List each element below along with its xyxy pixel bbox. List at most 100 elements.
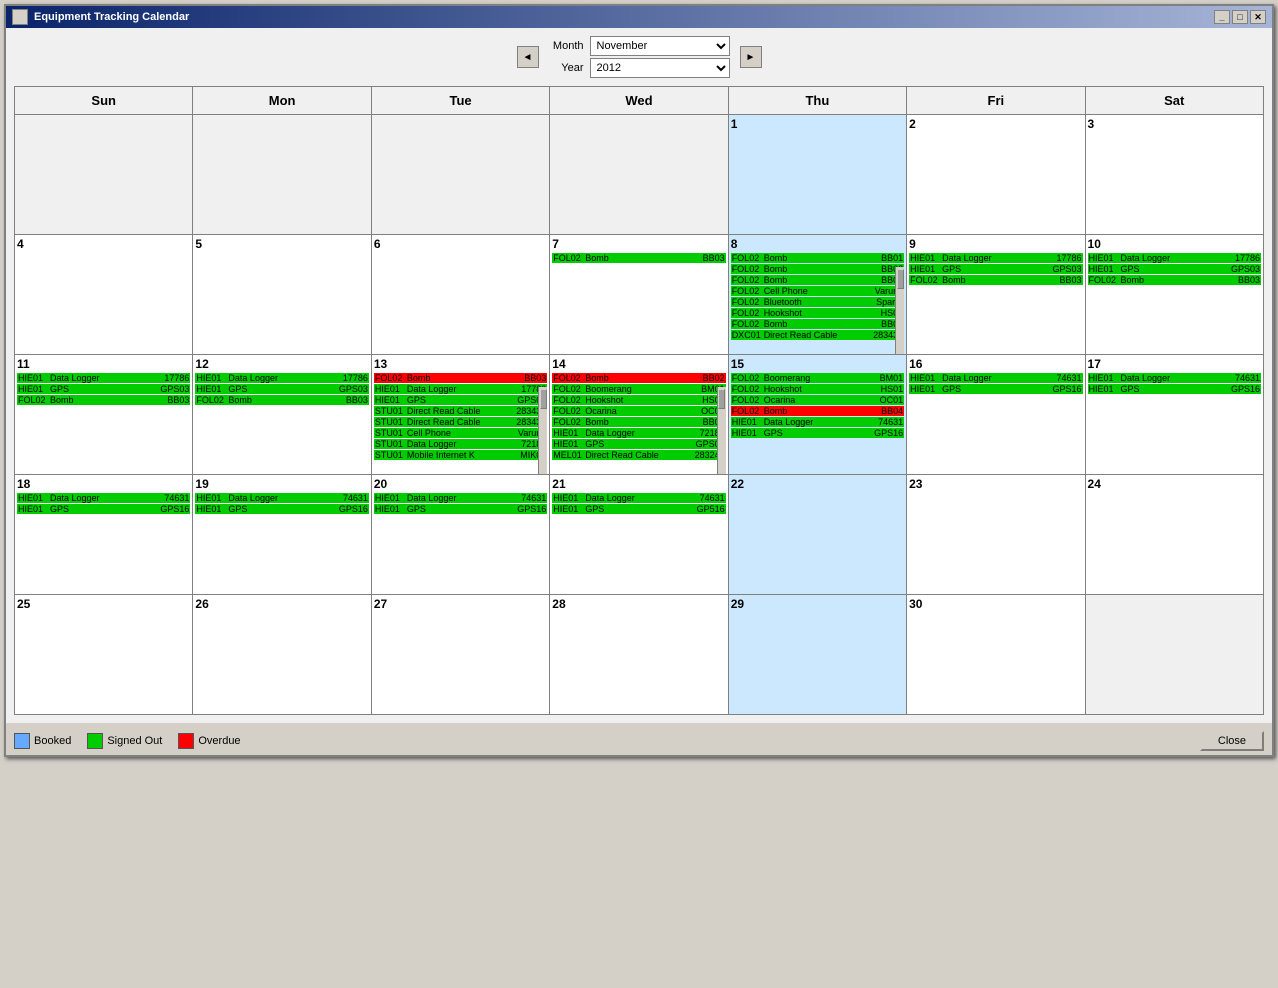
event-item[interactable]: FOL02BombBB02: [552, 373, 725, 383]
calendar-cell-3-3[interactable]: 13FOL02BombBB03HIE01Data Logger17786HIE0…: [371, 355, 549, 475]
event-item[interactable]: HIE01GPSGP516: [552, 504, 725, 514]
calendar-cell-1-1[interactable]: [15, 115, 193, 235]
calendar-cell-5-2[interactable]: 26: [193, 595, 371, 715]
event-item[interactable]: FOL02BoomerangBM01: [552, 384, 725, 394]
calendar-cell-1-7[interactable]: 3: [1085, 115, 1263, 235]
calendar-cell-4-7[interactable]: 24: [1085, 475, 1263, 595]
event-item[interactable]: FOL02BombBB03: [731, 319, 904, 329]
event-item[interactable]: STU01Direct Read Cable283433: [374, 417, 547, 427]
scrollbar[interactable]: [717, 387, 726, 475]
event-item[interactable]: HIE01GPSGPS16: [1088, 384, 1261, 394]
calendar-cell-2-5[interactable]: 8FOL02BombBB01FOL02BombBB02FOL02BombBB03…: [728, 235, 906, 355]
event-item[interactable]: HIE01Data Logger74631: [731, 417, 904, 427]
event-item[interactable]: HIE01GPSGPS16: [195, 504, 368, 514]
close-button[interactable]: Close: [1200, 731, 1264, 751]
event-item[interactable]: FOL02BombBB03: [374, 373, 547, 383]
next-month-button[interactable]: ►: [740, 46, 762, 68]
prev-month-button[interactable]: ◄: [517, 46, 539, 68]
event-item[interactable]: MEL01Direct Read Cable283243: [552, 450, 725, 460]
month-select[interactable]: November: [590, 36, 730, 56]
calendar-cell-4-1[interactable]: 18HIE01Data Logger74631HIE01GPSGPS16: [15, 475, 193, 595]
event-item[interactable]: FOL02BombBB03: [909, 275, 1082, 285]
event-item[interactable]: HIE01GPSGPS03: [1088, 264, 1261, 274]
calendar-cell-1-6[interactable]: 2: [907, 115, 1085, 235]
calendar-cell-3-5[interactable]: 15FOL02BoomerangBM01FOL02HookshotHS01FOL…: [728, 355, 906, 475]
event-item[interactable]: STU01Cell PhoneVaruna: [374, 428, 547, 438]
event-item[interactable]: HIE01Data Logger74631: [374, 493, 547, 503]
event-item[interactable]: FOL02HookshotHS01: [731, 308, 904, 318]
calendar-cell-4-6[interactable]: 23: [907, 475, 1085, 595]
event-item[interactable]: HIE01Data Logger74631: [909, 373, 1082, 383]
close-window-button[interactable]: ✕: [1250, 10, 1266, 24]
event-item[interactable]: FOL02BombBB01: [731, 253, 904, 263]
event-item[interactable]: STU01Direct Read Cable283433: [374, 406, 547, 416]
calendar-cell-3-6[interactable]: 16HIE01Data Logger74631HIE01GPSGPS16: [907, 355, 1085, 475]
calendar-cell-4-5[interactable]: 22: [728, 475, 906, 595]
calendar-cell-4-2[interactable]: 19HIE01Data Logger74631HIE01GPSGPS16: [193, 475, 371, 595]
event-item[interactable]: HIE01GPSGPS03: [909, 264, 1082, 274]
calendar-cell-3-2[interactable]: 12HIE01Data Logger17786HIE01GPSGPS03FOL0…: [193, 355, 371, 475]
event-item[interactable]: HIE01GPSGPS03: [552, 439, 725, 449]
event-item[interactable]: STU01Data Logger72184: [374, 439, 547, 449]
event-item[interactable]: FOL02OcarinaOC01: [731, 395, 904, 405]
calendar-cell-5-1[interactable]: 25: [15, 595, 193, 715]
event-item[interactable]: HIE01Data Logger17786: [195, 373, 368, 383]
event-item[interactable]: FOL02BombBB03: [195, 395, 368, 405]
event-item[interactable]: HIE01Data Logger74631: [195, 493, 368, 503]
calendar-cell-1-4[interactable]: [550, 115, 728, 235]
event-item[interactable]: FOL02BombBB04: [552, 417, 725, 427]
calendar-cell-2-6[interactable]: 9HIE01Data Logger17786HIE01GPSGPS03FOL02…: [907, 235, 1085, 355]
scrollbar[interactable]: [538, 387, 547, 475]
calendar-cell-4-4[interactable]: 21HIE01Data Logger74631HIE01GPSGP516: [550, 475, 728, 595]
event-item[interactable]: FOL02BombBB03: [17, 395, 190, 405]
calendar-cell-2-1[interactable]: 4: [15, 235, 193, 355]
event-item[interactable]: FOL02OcarinaOC01: [552, 406, 725, 416]
event-item[interactable]: DXC01Direct Read Cable283433: [731, 330, 904, 340]
event-item[interactable]: HIE01Data Logger17786: [374, 384, 547, 394]
event-item[interactable]: HIE01GPSGPS16: [17, 504, 190, 514]
event-item[interactable]: HIE01Data Logger17786: [909, 253, 1082, 263]
maximize-button[interactable]: □: [1232, 10, 1248, 24]
scrollbar[interactable]: [895, 267, 904, 355]
event-item[interactable]: HIE01GPSGPS03: [17, 384, 190, 394]
event-item[interactable]: FOL02BombBB03: [731, 275, 904, 285]
calendar-cell-5-7[interactable]: [1085, 595, 1263, 715]
event-item[interactable]: HIE01Data Logger72184: [552, 428, 725, 438]
calendar-cell-2-7[interactable]: 10HIE01Data Logger17786HIE01GPSGPS03FOL0…: [1085, 235, 1263, 355]
calendar-cell-3-7[interactable]: 17HIE01Data Logger74631HIE01GPSGPS16: [1085, 355, 1263, 475]
calendar-cell-2-2[interactable]: 5: [193, 235, 371, 355]
event-item[interactable]: HIE01GPSGPS16: [909, 384, 1082, 394]
event-item[interactable]: HIE01Data Logger17786: [1088, 253, 1261, 263]
calendar-cell-1-2[interactable]: [193, 115, 371, 235]
calendar-cell-5-6[interactable]: 30: [907, 595, 1085, 715]
calendar-cell-5-3[interactable]: 27: [371, 595, 549, 715]
event-item[interactable]: FOL02BombBB03: [1088, 275, 1261, 285]
event-item[interactable]: FOL02BoomerangBM01: [731, 373, 904, 383]
calendar-cell-2-3[interactable]: 6: [371, 235, 549, 355]
event-item[interactable]: FOL02BombBB02: [731, 264, 904, 274]
minimize-button[interactable]: _: [1214, 10, 1230, 24]
calendar-cell-5-4[interactable]: 28: [550, 595, 728, 715]
year-select[interactable]: 2012: [590, 58, 730, 78]
event-item[interactable]: HIE01GPSGPS16: [731, 428, 904, 438]
event-item[interactable]: HIE01Data Logger17786: [17, 373, 190, 383]
event-item[interactable]: HIE01Data Logger74631: [1088, 373, 1261, 383]
event-item[interactable]: HIE01GPSGPS03: [195, 384, 368, 394]
event-item[interactable]: FOL02BombBB04: [731, 406, 904, 416]
calendar-cell-2-4[interactable]: 7FOL02BombBB03: [550, 235, 728, 355]
calendar-cell-3-4[interactable]: 14FOL02BombBB02FOL02BoomerangBM01FOL02Ho…: [550, 355, 728, 475]
calendar-cell-5-5[interactable]: 29: [728, 595, 906, 715]
event-item[interactable]: FOL02HookshotHS02: [552, 395, 725, 405]
event-item[interactable]: FOL02BluetoothSpare-: [731, 297, 904, 307]
event-item[interactable]: FOL02Cell PhoneVaruna: [731, 286, 904, 296]
event-item[interactable]: HIE01GPSGPS03: [374, 395, 547, 405]
event-item[interactable]: HIE01GPSGPS16: [374, 504, 547, 514]
calendar-cell-1-5[interactable]: 1: [728, 115, 906, 235]
event-item[interactable]: STU01Mobile Internet KMIK04: [374, 450, 547, 460]
event-item[interactable]: HIE01Data Logger74631: [552, 493, 725, 503]
calendar-cell-4-3[interactable]: 20HIE01Data Logger74631HIE01GPSGPS16: [371, 475, 549, 595]
event-item[interactable]: FOL02BombBB03: [552, 253, 725, 263]
calendar-cell-1-3[interactable]: [371, 115, 549, 235]
event-item[interactable]: HIE01Data Logger74631: [17, 493, 190, 503]
event-item[interactable]: FOL02HookshotHS01: [731, 384, 904, 394]
